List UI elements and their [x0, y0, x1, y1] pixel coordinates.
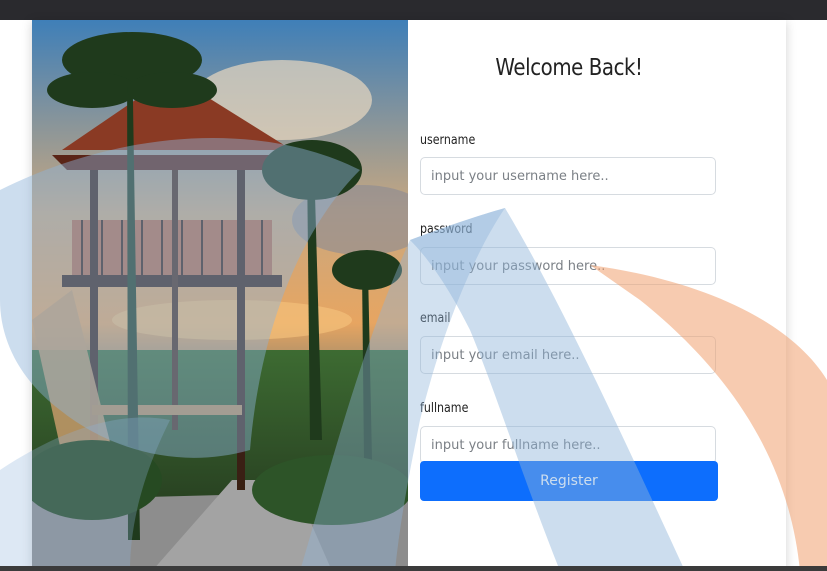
email-input[interactable] — [420, 336, 716, 374]
password-input[interactable] — [420, 247, 716, 285]
fullname-input[interactable] — [420, 426, 716, 464]
bottom-bar — [0, 566, 827, 571]
top-bar — [0, 0, 827, 20]
email-label: email — [420, 311, 451, 326]
form-title: Welcome Back! — [495, 55, 643, 81]
password-label: password — [420, 222, 473, 237]
gazebo-sunset-photo — [32, 20, 408, 571]
fullname-label: fullname — [420, 401, 469, 416]
username-label: username — [420, 133, 476, 148]
username-input[interactable] — [420, 157, 716, 195]
register-button[interactable]: Register — [420, 461, 718, 501]
